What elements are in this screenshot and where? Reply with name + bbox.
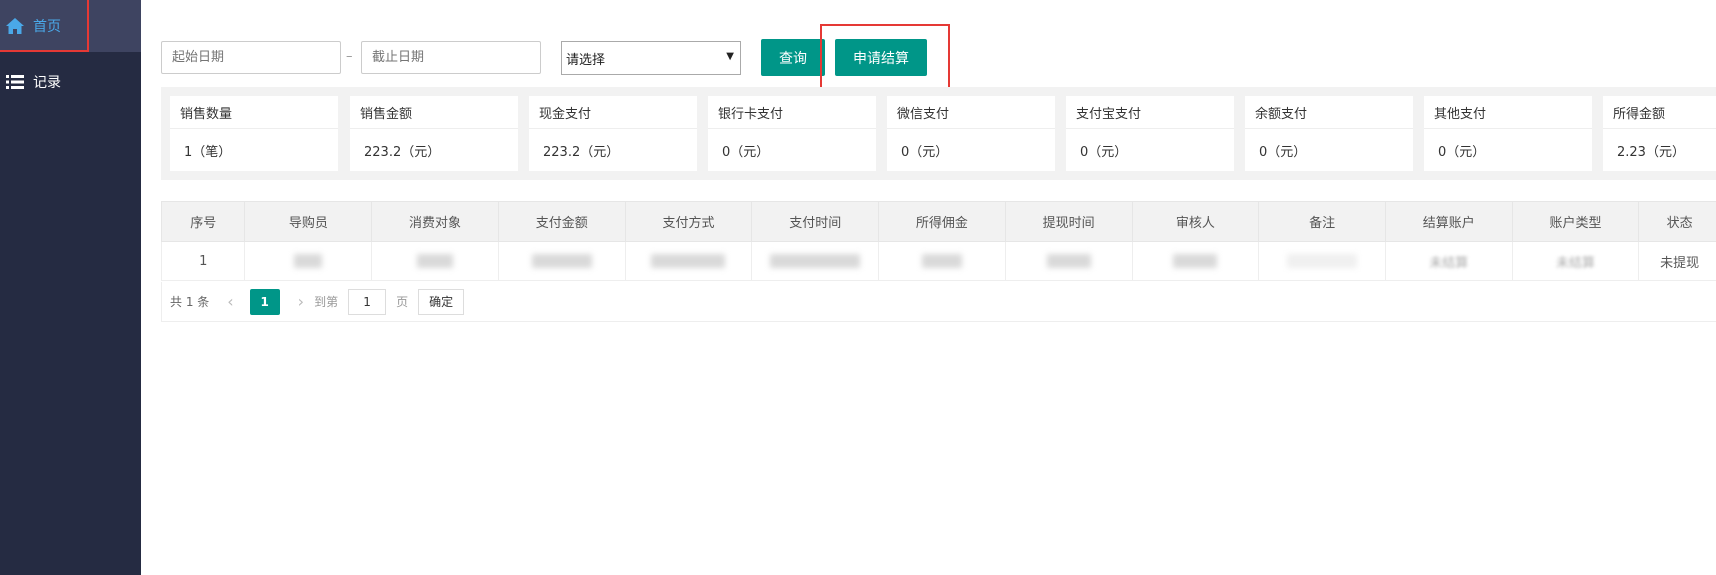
page-1-button[interactable]: 1 <box>249 288 280 315</box>
stat-title: 所得金额 <box>1603 96 1716 129</box>
stat-card-other: 其他支付 0（元） <box>1424 96 1592 171</box>
stat-value: 0（元） <box>1438 144 1486 160</box>
stat-card-balance: 余额支付 0（元） <box>1245 96 1413 171</box>
end-date-input[interactable] <box>361 41 541 74</box>
column-header: 状态 <box>1638 201 1716 242</box>
confirm-button[interactable]: 确定 <box>418 288 465 315</box>
stats-panel: 销售数量 1（笔） 销售金额 223.2（元） 现金支付 223.2（元） 银行… <box>161 87 1716 180</box>
stat-card-alipay: 支付宝支付 0（元） <box>1066 96 1234 171</box>
cell-redacted <box>244 241 373 281</box>
cell-status: 未提现 <box>1638 241 1716 281</box>
cell-redacted <box>624 241 753 281</box>
column-header: 序号 <box>160 201 246 242</box>
dropdown-arrow-icon: ▼ <box>726 51 734 62</box>
stat-title: 余额支付 <box>1245 96 1413 129</box>
pager-total: 共 1 条 <box>170 295 210 309</box>
stat-card-earned: 所得金额 2.23（元） <box>1603 96 1716 171</box>
column-header: 所得佣金 <box>878 201 1006 242</box>
stat-card-sales-count: 销售数量 1（笔） <box>170 96 338 171</box>
stat-card-wechat: 微信支付 0（元） <box>887 96 1055 171</box>
status-select-value: 请选择 <box>566 52 606 68</box>
stat-title: 销售金额 <box>350 96 518 129</box>
cell-redacted <box>497 241 626 281</box>
stat-value: 0（元） <box>1259 144 1307 160</box>
home-icon <box>5 16 25 36</box>
column-header: 备注 <box>1258 201 1386 242</box>
stat-value: 1（笔） <box>184 144 232 160</box>
stat-value: 2.23（元） <box>1617 144 1685 160</box>
column-header: 提现时间 <box>1004 201 1133 242</box>
column-header: 账户类型 <box>1511 201 1640 242</box>
column-header: 消费对象 <box>371 201 499 242</box>
sidebar-item-label: 记录 <box>33 75 61 91</box>
stat-value: 0（元） <box>1080 144 1128 160</box>
stat-title: 支付宝支付 <box>1066 96 1234 129</box>
sidebar-item-records[interactable]: 记录 <box>0 56 141 108</box>
column-header: 支付方式 <box>624 201 753 242</box>
apply-settlement-button[interactable]: 申请结算 <box>835 39 927 76</box>
stat-title: 其他支付 <box>1424 96 1592 129</box>
stat-card-bank-card: 银行卡支付 0（元） <box>708 96 876 171</box>
stat-card-sales-amount: 销售金额 223.2（元） <box>350 96 518 171</box>
stat-value: 223.2（元） <box>543 144 620 160</box>
goto-label: 到第 <box>314 295 339 309</box>
pagination: 共 1 条 ‹ 1 › 到第 页 确定 <box>161 282 1716 322</box>
page-label: 页 <box>396 295 409 309</box>
column-header: 结算账户 <box>1384 201 1513 242</box>
cell-redacted <box>1131 241 1260 281</box>
stat-value: 0（元） <box>901 144 949 160</box>
table-header-row: 序号 导购员 消费对象 支付金额 支付方式 支付时间 所得佣金 提现时间 审核人… <box>160 201 1716 242</box>
date-range-separator: – <box>346 49 353 64</box>
start-date-input[interactable] <box>161 41 341 74</box>
cell-account-type: 未结算 <box>1511 241 1640 281</box>
status-select[interactable]: 请选择 ▼ <box>561 41 741 75</box>
stat-title: 微信支付 <box>887 96 1055 129</box>
stat-title: 银行卡支付 <box>708 96 876 129</box>
column-header: 支付金额 <box>497 201 626 242</box>
sidebar-item-label: 首页 <box>33 19 61 35</box>
cell-redacted <box>1004 241 1133 281</box>
stat-value: 223.2（元） <box>364 144 441 160</box>
sidebar-item-home[interactable]: 首页 <box>0 0 141 52</box>
sidebar: 首页 记录 <box>0 0 141 575</box>
column-header: 支付时间 <box>751 201 880 242</box>
next-page-icon[interactable]: › <box>298 292 304 311</box>
cell-redacted <box>371 241 499 281</box>
stat-title: 现金支付 <box>529 96 697 129</box>
column-header: 审核人 <box>1131 201 1260 242</box>
cell-redacted <box>1258 241 1386 281</box>
prev-page-icon[interactable]: ‹ <box>227 292 233 311</box>
cell-redacted <box>878 241 1006 281</box>
cell-account: 未结算 <box>1384 241 1513 281</box>
cell-index: 1 <box>160 241 246 281</box>
stat-card-cash: 现金支付 223.2（元） <box>529 96 697 171</box>
records-table: 序号 导购员 消费对象 支付金额 支付方式 支付时间 所得佣金 提现时间 审核人… <box>160 201 1716 281</box>
column-header: 导购员 <box>244 201 373 242</box>
goto-page-input[interactable] <box>348 288 387 315</box>
stat-value: 0（元） <box>722 144 770 160</box>
cell-redacted <box>751 241 880 281</box>
list-icon <box>5 72 25 92</box>
table-row: 1 未结算 未结算 未提现 <box>160 241 1716 281</box>
query-button[interactable]: 查询 <box>761 39 825 76</box>
stat-title: 销售数量 <box>170 96 338 129</box>
